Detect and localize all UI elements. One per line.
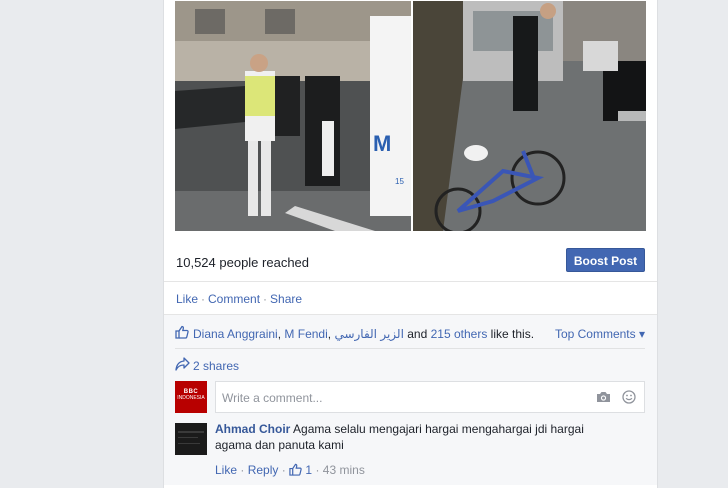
top-comments-dropdown[interactable]: Top Comments ▾ bbox=[555, 327, 645, 341]
likes-summary: Diana Anggraini, M Fendi, الزير الفارسي … bbox=[175, 325, 645, 343]
avatar-caption: INDONESIA bbox=[177, 395, 205, 401]
divider bbox=[175, 348, 645, 349]
smile-icon[interactable] bbox=[622, 390, 636, 407]
comment-link[interactable]: Comment bbox=[208, 292, 260, 306]
feedback-section: Diana Anggraini, M Fendi, الزير الفارسي … bbox=[164, 314, 657, 485]
post-actions: Like · Comment · Share bbox=[176, 292, 302, 306]
ambulance-letter: M bbox=[373, 131, 391, 156]
others-link[interactable]: 215 others bbox=[431, 327, 488, 341]
meta-separator: · bbox=[315, 463, 320, 477]
action-separator: · bbox=[263, 292, 268, 306]
boost-post-button[interactable]: Boost Post bbox=[566, 248, 645, 272]
reach-row: 10,524 people reached Boost Post bbox=[164, 243, 657, 282]
likers-and: and bbox=[403, 327, 431, 341]
comment-time[interactable]: 43 mins bbox=[323, 463, 365, 477]
thumbs-up-icon bbox=[289, 463, 302, 479]
meta-separator: · bbox=[240, 463, 245, 477]
liker-link[interactable]: Diana Anggraini bbox=[193, 327, 278, 341]
liker-link[interactable]: الزير الفارسي bbox=[334, 327, 403, 341]
action-separator: · bbox=[201, 292, 206, 306]
people-reached: 10,524 people reached bbox=[176, 255, 310, 270]
comment-text: Ahmad Choir Agama selalu mengajari harga… bbox=[215, 421, 615, 453]
camera-icon[interactable] bbox=[596, 391, 611, 406]
photo-bicycle-scene[interactable] bbox=[413, 1, 646, 231]
likes-text: Diana Anggraini, M Fendi, الزير الفارسي … bbox=[193, 327, 534, 341]
share-arrow-icon bbox=[175, 357, 190, 374]
comment-like-count[interactable]: 1 bbox=[305, 463, 312, 477]
avatar[interactable] bbox=[175, 423, 207, 455]
comment-input[interactable]: Write a comment... bbox=[215, 381, 645, 413]
comment-like-link[interactable]: Like bbox=[215, 463, 237, 477]
comment-composer: BBC INDONESIA Write a comment... bbox=[175, 381, 647, 415]
post-photos: M 15 bbox=[175, 1, 646, 231]
meta-separator: · bbox=[281, 463, 286, 477]
comment-meta: Like · Reply · 1 · 43 mins bbox=[215, 463, 365, 479]
like-suffix: like this. bbox=[487, 327, 535, 341]
liker-link[interactable]: M Fendi bbox=[284, 327, 327, 341]
thumbs-up-icon bbox=[175, 325, 189, 342]
avatar[interactable]: BBC INDONESIA bbox=[175, 381, 207, 413]
comment-item: Ahmad Choir Agama selalu mengajari harga… bbox=[175, 421, 645, 481]
photo-ambulance-scene[interactable]: M 15 bbox=[175, 1, 411, 231]
comment-reply-link[interactable]: Reply bbox=[248, 463, 279, 477]
post-card: M 15 10,524 people reached Boost Post Li… bbox=[163, 0, 658, 488]
comment-author[interactable]: Ahmad Choir bbox=[215, 422, 290, 436]
share-link[interactable]: Share bbox=[270, 292, 302, 306]
shares-link[interactable]: 2 shares bbox=[193, 359, 239, 373]
like-link[interactable]: Like bbox=[176, 292, 198, 306]
ambulance-number: 15 bbox=[395, 177, 404, 186]
